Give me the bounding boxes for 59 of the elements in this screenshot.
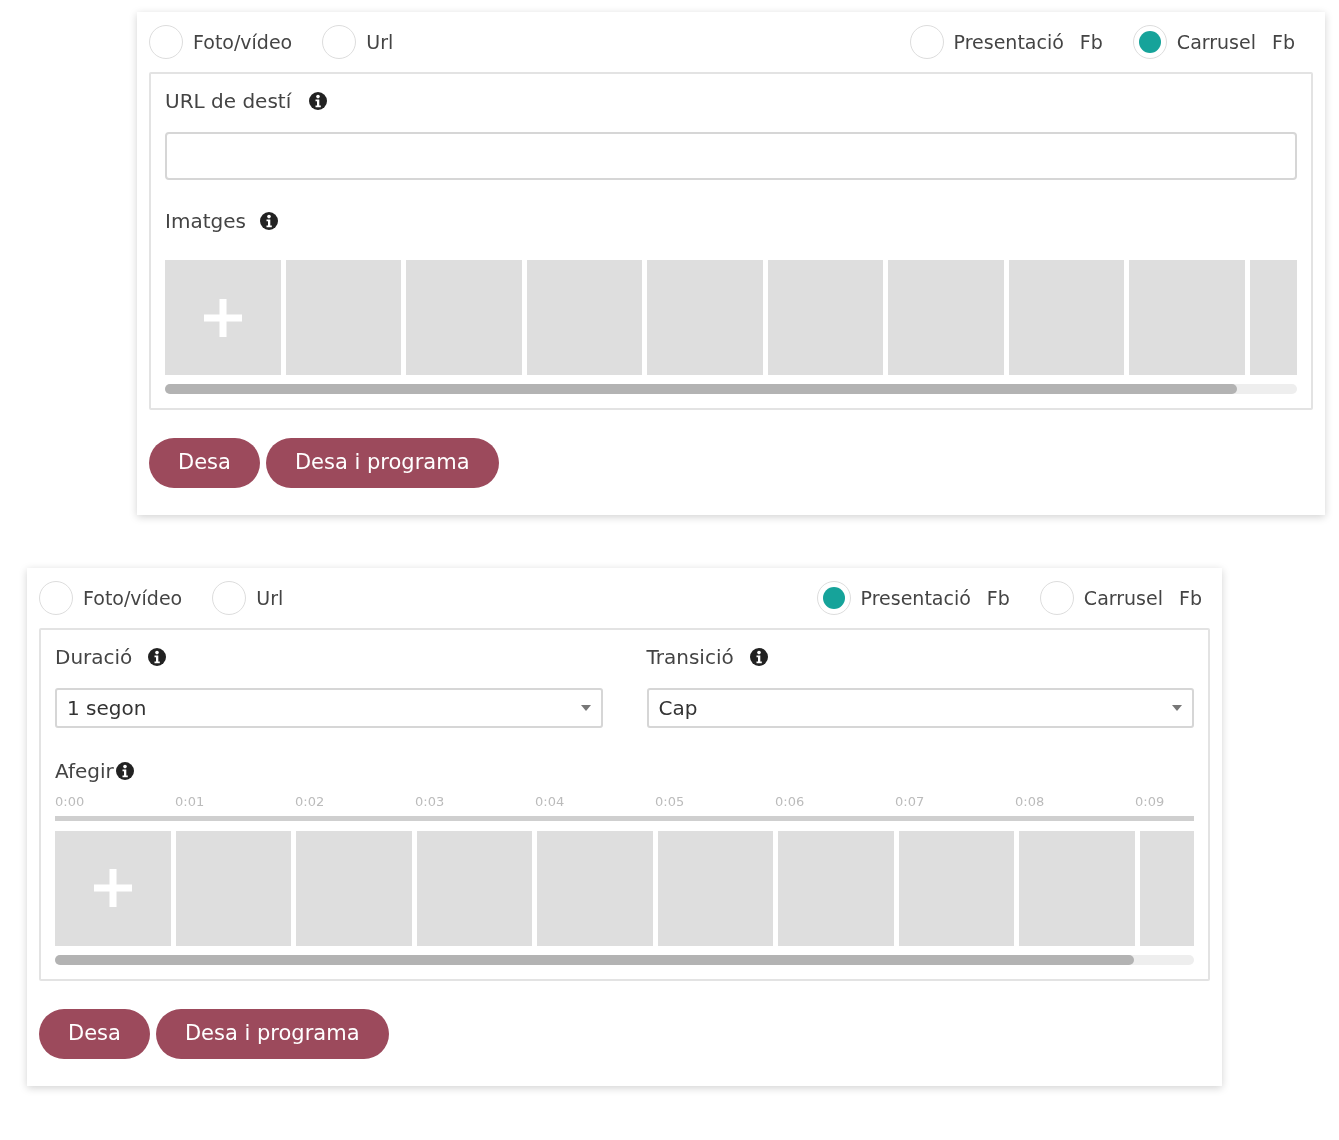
radio-option[interactable]: Carrusel Fb <box>1132 25 1295 59</box>
image-slot[interactable] <box>1008 260 1124 375</box>
image-slot[interactable] <box>406 260 522 375</box>
image-slot[interactable] <box>285 260 401 375</box>
radio-option[interactable]: Carrusel Fb <box>1039 581 1202 615</box>
scrollbar[interactable] <box>165 384 1297 394</box>
timeline-tick: 0:07 <box>895 793 926 811</box>
field-label: Imatges <box>165 208 246 235</box>
info-icon[interactable] <box>148 648 167 666</box>
radio-option[interactable]: Presentació Fb <box>909 25 1103 59</box>
timeline-tick: 0:09 <box>1135 793 1166 811</box>
field-label: Duració <box>55 644 133 671</box>
dropdown[interactable]: Cap <box>646 688 1194 728</box>
plus-icon <box>203 298 242 337</box>
image-slot[interactable] <box>1129 260 1245 375</box>
timeline-tick: 0:06 <box>775 793 806 811</box>
caret-icon <box>580 705 591 711</box>
timeline-tick: 0:01 <box>175 793 206 811</box>
image-slot[interactable] <box>537 830 653 946</box>
radio-option[interactable]: Foto/vídeo <box>149 25 293 59</box>
scrollbar[interactable] <box>55 954 1194 965</box>
save-button[interactable]: Desa <box>149 438 260 488</box>
image-slot[interactable] <box>898 830 1014 946</box>
timeline-tick: 0:00 <box>55 793 86 811</box>
image-slot[interactable] <box>175 830 291 946</box>
image-slot[interactable] <box>657 830 773 946</box>
image-slot[interactable] <box>647 260 763 375</box>
radio-option[interactable]: Presentació Fb <box>816 581 1010 615</box>
save-button[interactable]: Desa i programa <box>265 438 499 488</box>
timeline-tick: 0:08 <box>1015 793 1046 811</box>
url-input-field[interactable] <box>165 132 1297 180</box>
field-label: Transició <box>646 644 734 671</box>
field-label: Afegir <box>55 758 114 785</box>
radio-option[interactable]: Foto/vídeo <box>39 581 183 615</box>
timeline-tick: 0:03 <box>415 793 446 811</box>
plus-icon <box>93 869 132 907</box>
image-slot[interactable] <box>778 830 894 946</box>
radio-option[interactable]: Url <box>212 581 284 615</box>
radio-option[interactable]: Url <box>322 25 394 59</box>
timeline-tick: 0:05 <box>655 793 686 811</box>
image-slot[interactable] <box>767 260 883 375</box>
save-button[interactable]: Desa <box>39 1008 150 1059</box>
caret-icon <box>1172 705 1182 711</box>
add-image-tile[interactable] <box>165 260 281 375</box>
info-icon[interactable] <box>749 648 768 666</box>
image-slot[interactable] <box>296 830 412 946</box>
dropdown[interactable]: 1 segon <box>55 688 603 728</box>
save-button[interactable]: Desa i programa <box>155 1008 389 1059</box>
info-icon[interactable] <box>259 212 278 230</box>
timeline-tick: 0:04 <box>535 793 566 811</box>
field-label: URL de destí <box>165 88 292 115</box>
timeline-tick: 0:02 <box>295 793 326 811</box>
add-image-tile[interactable] <box>55 830 171 946</box>
image-slot[interactable] <box>416 830 532 946</box>
info-icon[interactable] <box>115 762 134 780</box>
info-icon[interactable] <box>309 92 328 110</box>
image-slot[interactable] <box>888 260 1004 375</box>
image-slot[interactable] <box>1019 830 1135 946</box>
image-slot[interactable] <box>526 260 642 375</box>
